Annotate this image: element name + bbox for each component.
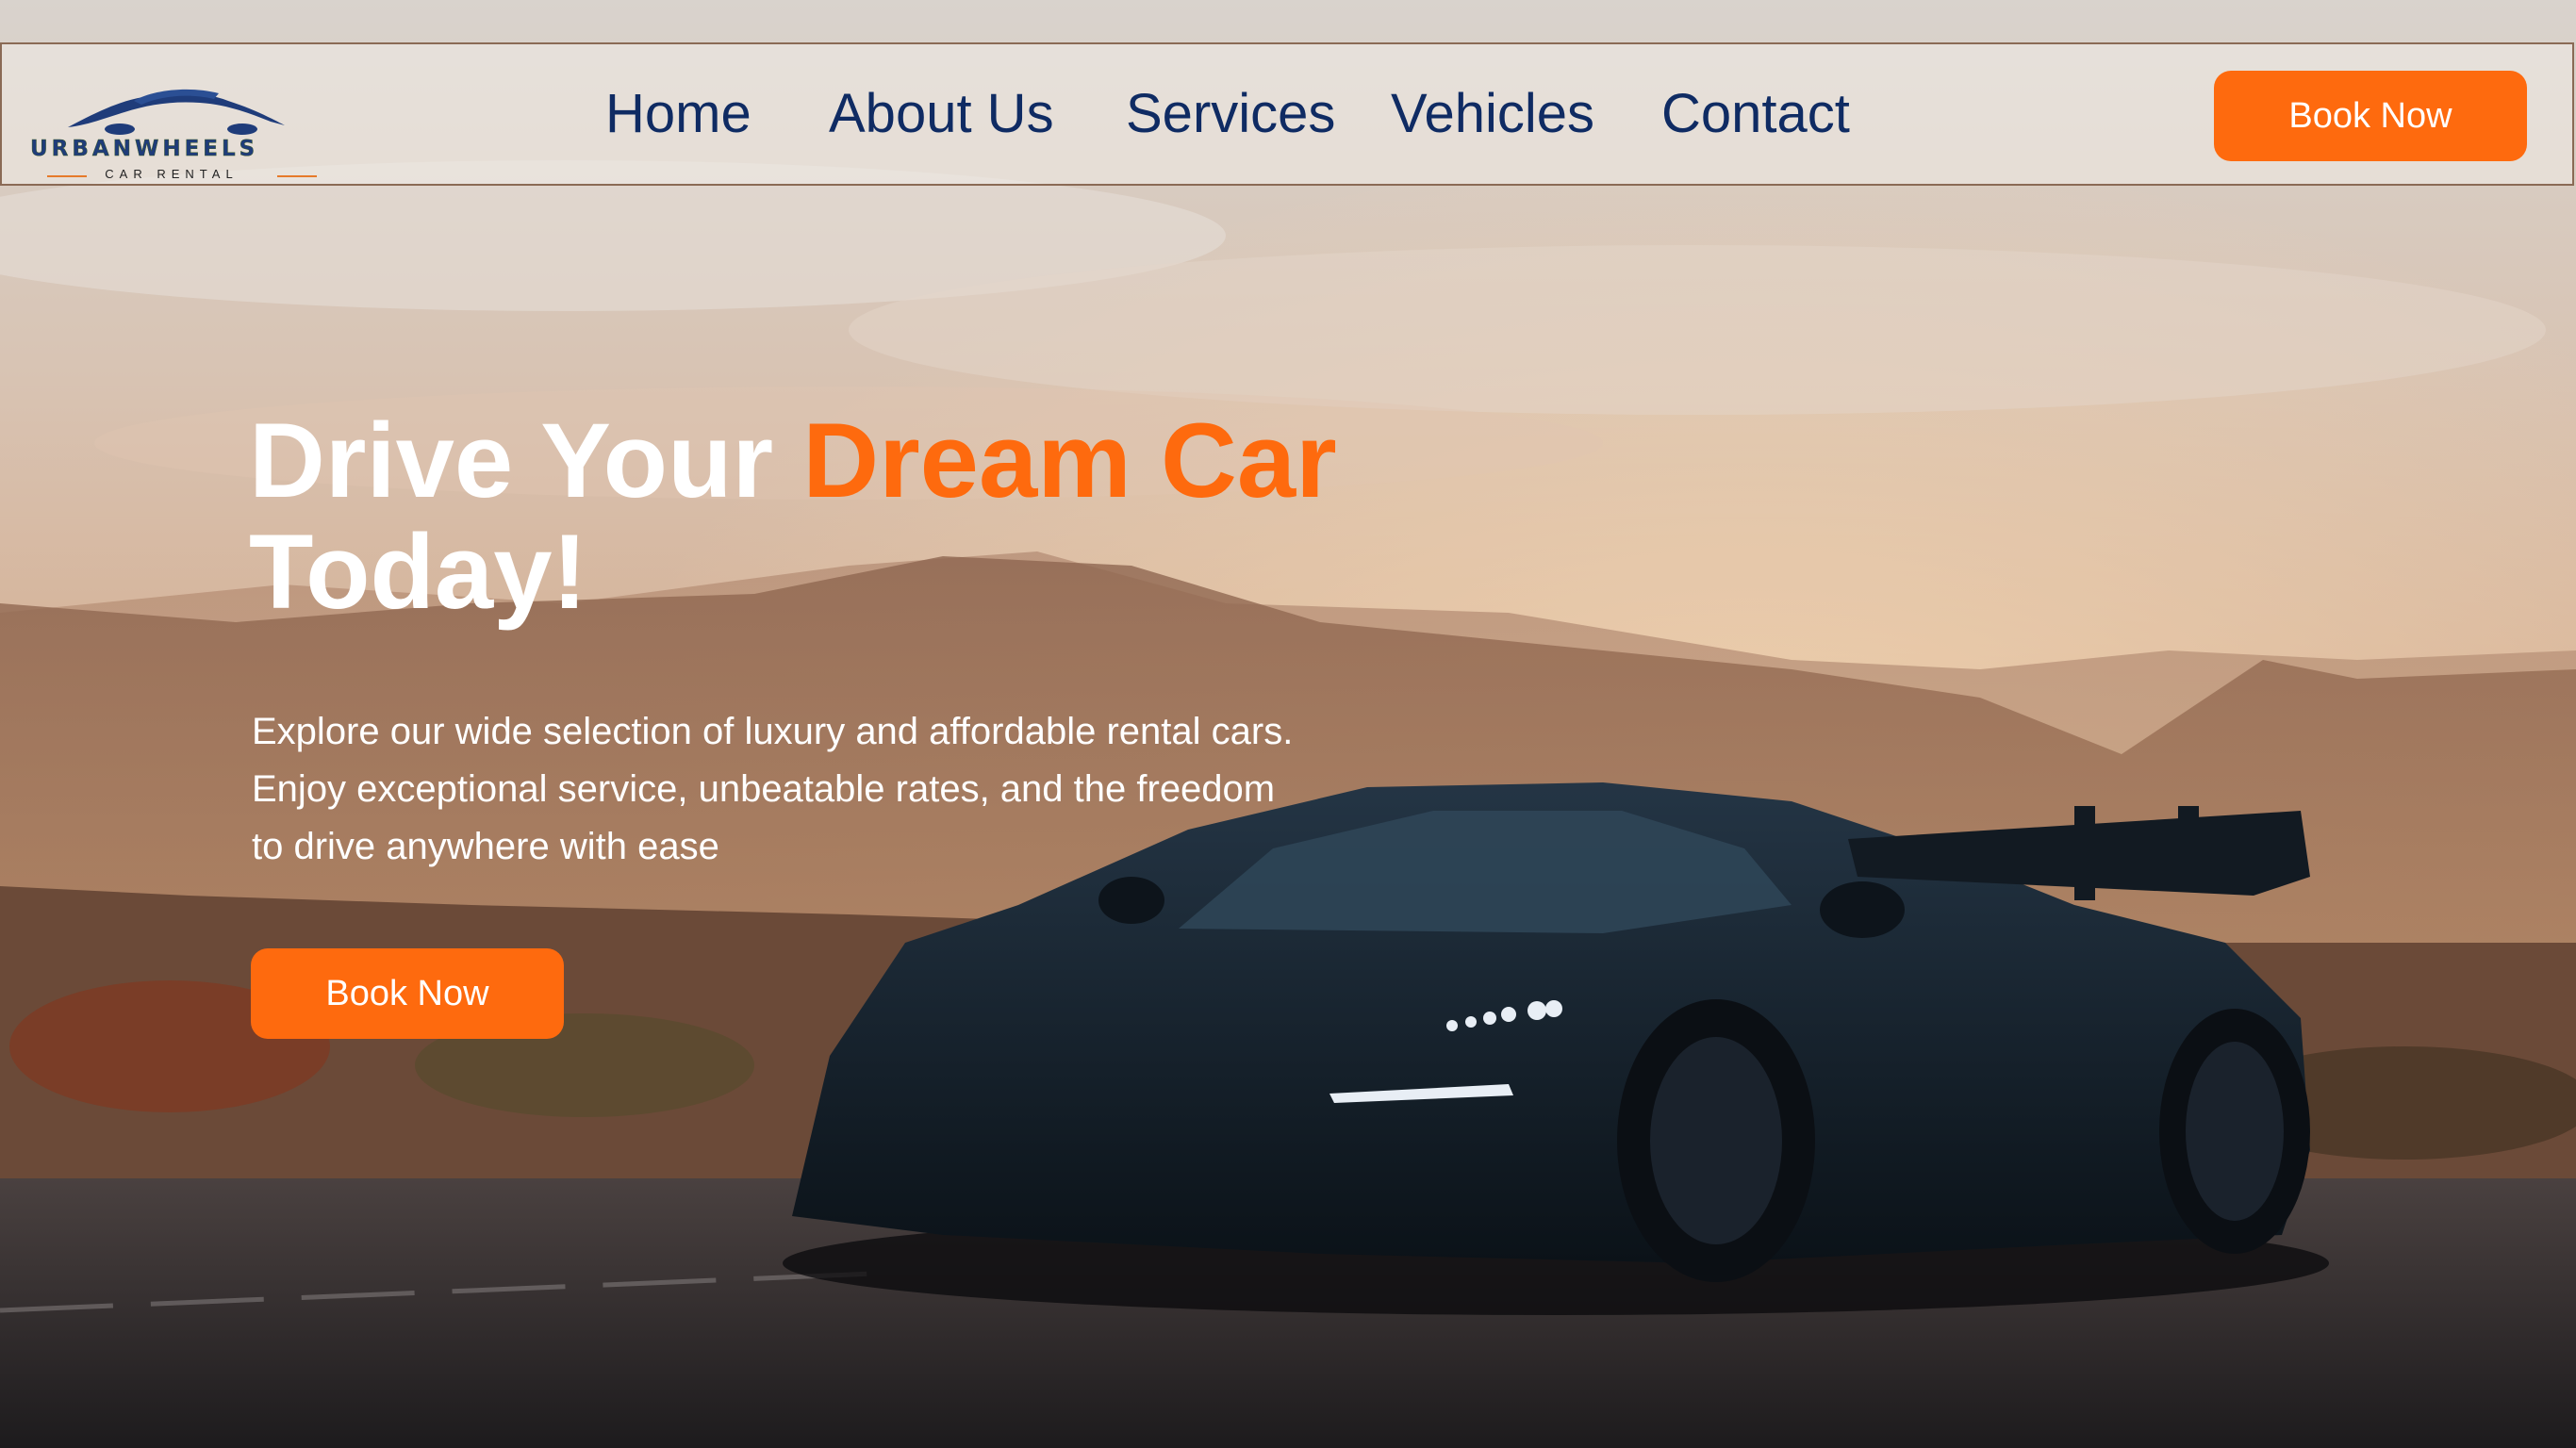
hero-title-part1: Drive Your xyxy=(249,402,803,519)
nav-link-services[interactable]: Services xyxy=(1126,82,1335,145)
car-silhouette-icon xyxy=(68,89,285,135)
brand-tagline: CAR RENTAL xyxy=(105,167,239,181)
hero-title-part2: Today! xyxy=(249,513,587,631)
hero-title: Drive Your Dream Car Today! xyxy=(249,405,1475,628)
nav-link-contact[interactable]: Contact xyxy=(1661,82,1850,145)
logo-divider-left xyxy=(47,175,87,177)
landing-page: URBANWHEELS CAR RENTAL Home About Us Ser… xyxy=(0,0,2576,1448)
top-navbar: URBANWHEELS CAR RENTAL Home About Us Ser… xyxy=(0,42,2574,186)
brand-name: URBANWHEELS xyxy=(30,137,259,162)
nav-link-vehicles[interactable]: Vehicles xyxy=(1391,82,1594,145)
book-now-nav-button[interactable]: Book Now xyxy=(2214,71,2527,161)
hero-description: Explore our wide selection of luxury and… xyxy=(252,711,1294,867)
hero-title-accent: Dream Car xyxy=(802,402,1337,519)
brand-logo[interactable]: URBANWHEELS CAR RENTAL xyxy=(30,73,317,181)
logo-divider-right xyxy=(277,175,317,177)
book-now-hero-button[interactable]: Book Now xyxy=(251,948,564,1039)
nav-link-about-us[interactable]: About Us xyxy=(829,82,1054,145)
nav-link-home[interactable]: Home xyxy=(605,82,751,145)
